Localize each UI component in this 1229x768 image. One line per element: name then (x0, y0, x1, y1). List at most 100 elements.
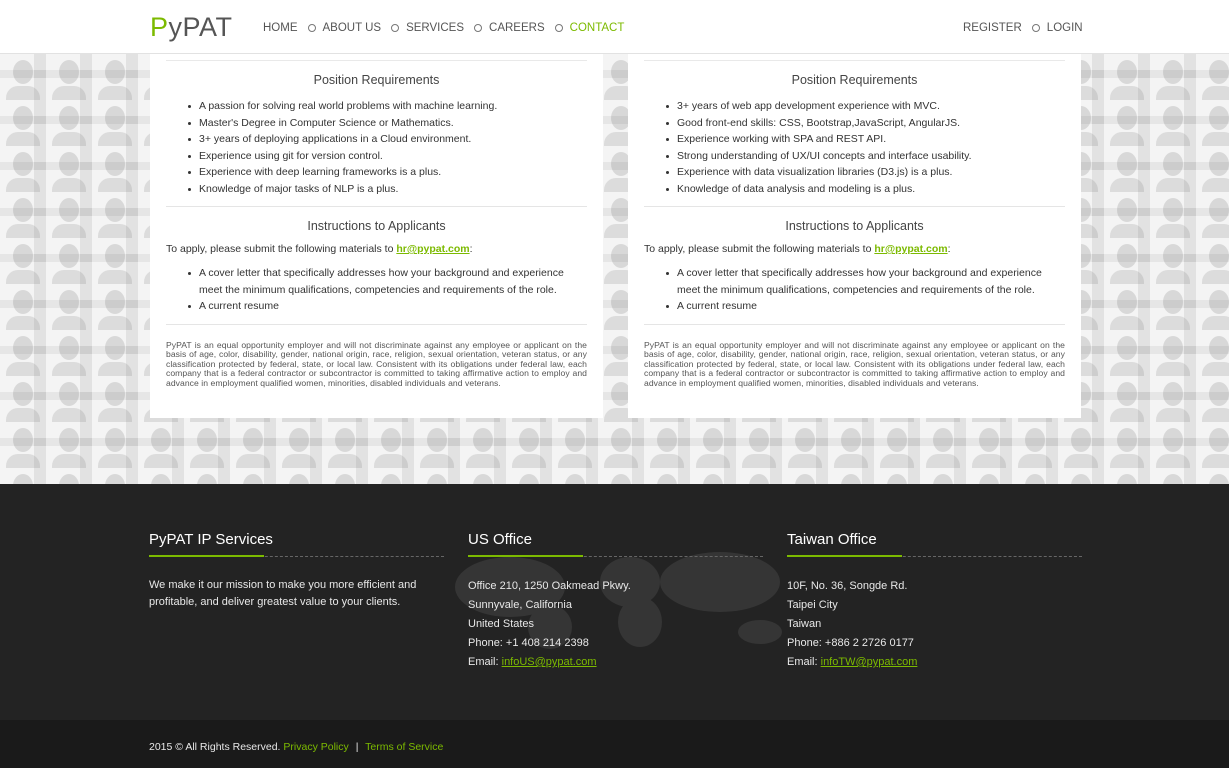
divider (166, 60, 587, 61)
face-tile (874, 468, 920, 484)
face-tile (184, 468, 230, 484)
face-tile (92, 238, 138, 284)
apply-prefix: To apply, please submit the following ma… (644, 243, 875, 255)
face-tile (92, 330, 138, 376)
list-item: Strong understanding of UX/UI concepts a… (666, 148, 1065, 165)
face-tile (92, 284, 138, 330)
face-tile (1196, 284, 1229, 330)
face-tile (966, 422, 1012, 468)
address-line: 10F, No. 36, Songde Rd. (787, 580, 908, 592)
tw-email-link[interactable]: infoTW@pypat.com (821, 656, 918, 668)
face-tile (138, 468, 184, 484)
instructions-list: A cover letter that specifically address… (644, 265, 1065, 315)
apply-text: To apply, please submit the following ma… (644, 243, 1065, 255)
nav-home[interactable]: HOME (263, 22, 298, 34)
face-tile (874, 422, 920, 468)
face-tile (1150, 192, 1196, 238)
apply-email-link[interactable]: hr@pypat.com (874, 243, 947, 255)
face-tile (1058, 468, 1104, 484)
face-tile (460, 468, 506, 484)
list-item: A current resume (666, 298, 1065, 315)
list-item: Knowledge of major tasks of NLP is a plu… (188, 181, 587, 198)
divider (468, 555, 763, 557)
face-tile (46, 192, 92, 238)
face-tile (1150, 468, 1196, 484)
footer-heading: Taiwan Office (787, 531, 877, 548)
face-tile (1196, 100, 1229, 146)
register-link[interactable]: REGISTER (963, 22, 1022, 34)
job-card-left: Position Requirements A passion for solv… (150, 54, 603, 418)
nav-separator-icon (307, 24, 316, 32)
face-tile (1104, 376, 1150, 422)
footer-heading: PyPAT IP Services (149, 531, 273, 548)
list-item: Knowledge of data analysis and modeling … (666, 181, 1065, 198)
face-tile (1196, 238, 1229, 284)
list-item: Master's Degree in Computer Science or M… (188, 115, 587, 132)
nav-careers[interactable]: CAREERS (489, 22, 545, 34)
face-tile (92, 146, 138, 192)
face-tile (552, 422, 598, 468)
face-tile (1150, 330, 1196, 376)
face-tile (46, 100, 92, 146)
nav-separator-icon (1031, 24, 1040, 32)
list-item: Experience with data visualization libra… (666, 164, 1065, 181)
us-email-link[interactable]: infoUS@pypat.com (502, 656, 597, 668)
face-tile (0, 54, 46, 100)
face-tile (92, 54, 138, 100)
nav-about-us[interactable]: ABOUT US (323, 22, 382, 34)
terms-of-service-link[interactable]: Terms of Service (365, 741, 443, 753)
privacy-policy-link[interactable]: Privacy Policy (283, 741, 348, 753)
address-line: United States (468, 618, 535, 630)
face-tile (184, 422, 230, 468)
nav-separator-icon (391, 24, 400, 32)
link-separator: | (355, 741, 359, 753)
face-tile (1012, 422, 1058, 468)
face-tile (1196, 54, 1229, 100)
face-tile (322, 468, 368, 484)
face-tile (1150, 284, 1196, 330)
face-tile (736, 468, 782, 484)
face-tile (0, 192, 46, 238)
footer-bottom-bar: 2015 © All Rights Reserved. Privacy Poli… (0, 720, 1229, 768)
face-tile (414, 468, 460, 484)
face-tile (368, 422, 414, 468)
divider (644, 323, 1065, 325)
login-link[interactable]: LOGIN (1047, 22, 1083, 34)
eeo-statement: PyPAT is an equal opportunity employer a… (644, 339, 1065, 388)
instructions-title: Instructions to Applicants (785, 219, 924, 233)
logo-initial: P (150, 12, 169, 42)
face-tile (552, 468, 598, 484)
divider (787, 555, 1082, 557)
email-label: Email: (787, 656, 821, 668)
apply-text: To apply, please submit the following ma… (166, 243, 587, 255)
face-tile (0, 376, 46, 422)
nav-services[interactable]: SERVICES (406, 22, 464, 34)
requirements-title: Position Requirements (313, 73, 440, 87)
face-tile (1104, 146, 1150, 192)
apply-email-link[interactable]: hr@pypat.com (396, 243, 469, 255)
face-tile (92, 376, 138, 422)
face-tile (920, 468, 966, 484)
face-tile (736, 422, 782, 468)
services-text: We make it our mission to make you more … (149, 579, 417, 608)
site-header: PyPAT HOME ABOUT US SERVICES CAREERS CON… (0, 0, 1229, 54)
face-tile (92, 468, 138, 484)
requirements-list: 3+ years of web app development experien… (644, 98, 1065, 197)
face-tile (92, 100, 138, 146)
face-tile (460, 422, 506, 468)
copyright-text: 2015 © All Rights Reserved. (149, 741, 281, 753)
face-tile (1104, 238, 1150, 284)
divider (644, 60, 1065, 61)
face-tile (276, 468, 322, 484)
face-tile (690, 422, 736, 468)
nav-contact[interactable]: CONTACT (570, 22, 625, 34)
email-label: Email: (468, 656, 502, 668)
address-block: Office 210, 1250 Oakmead Pkwy. Sunnyvale… (468, 577, 763, 672)
face-tile (1104, 100, 1150, 146)
site-footer: PyPAT IP Services We make it our mission… (0, 484, 1229, 720)
face-tile (828, 422, 874, 468)
face-tile (1196, 422, 1229, 468)
face-tile (920, 422, 966, 468)
face-tile (46, 330, 92, 376)
logo[interactable]: PyPAT (150, 12, 233, 43)
